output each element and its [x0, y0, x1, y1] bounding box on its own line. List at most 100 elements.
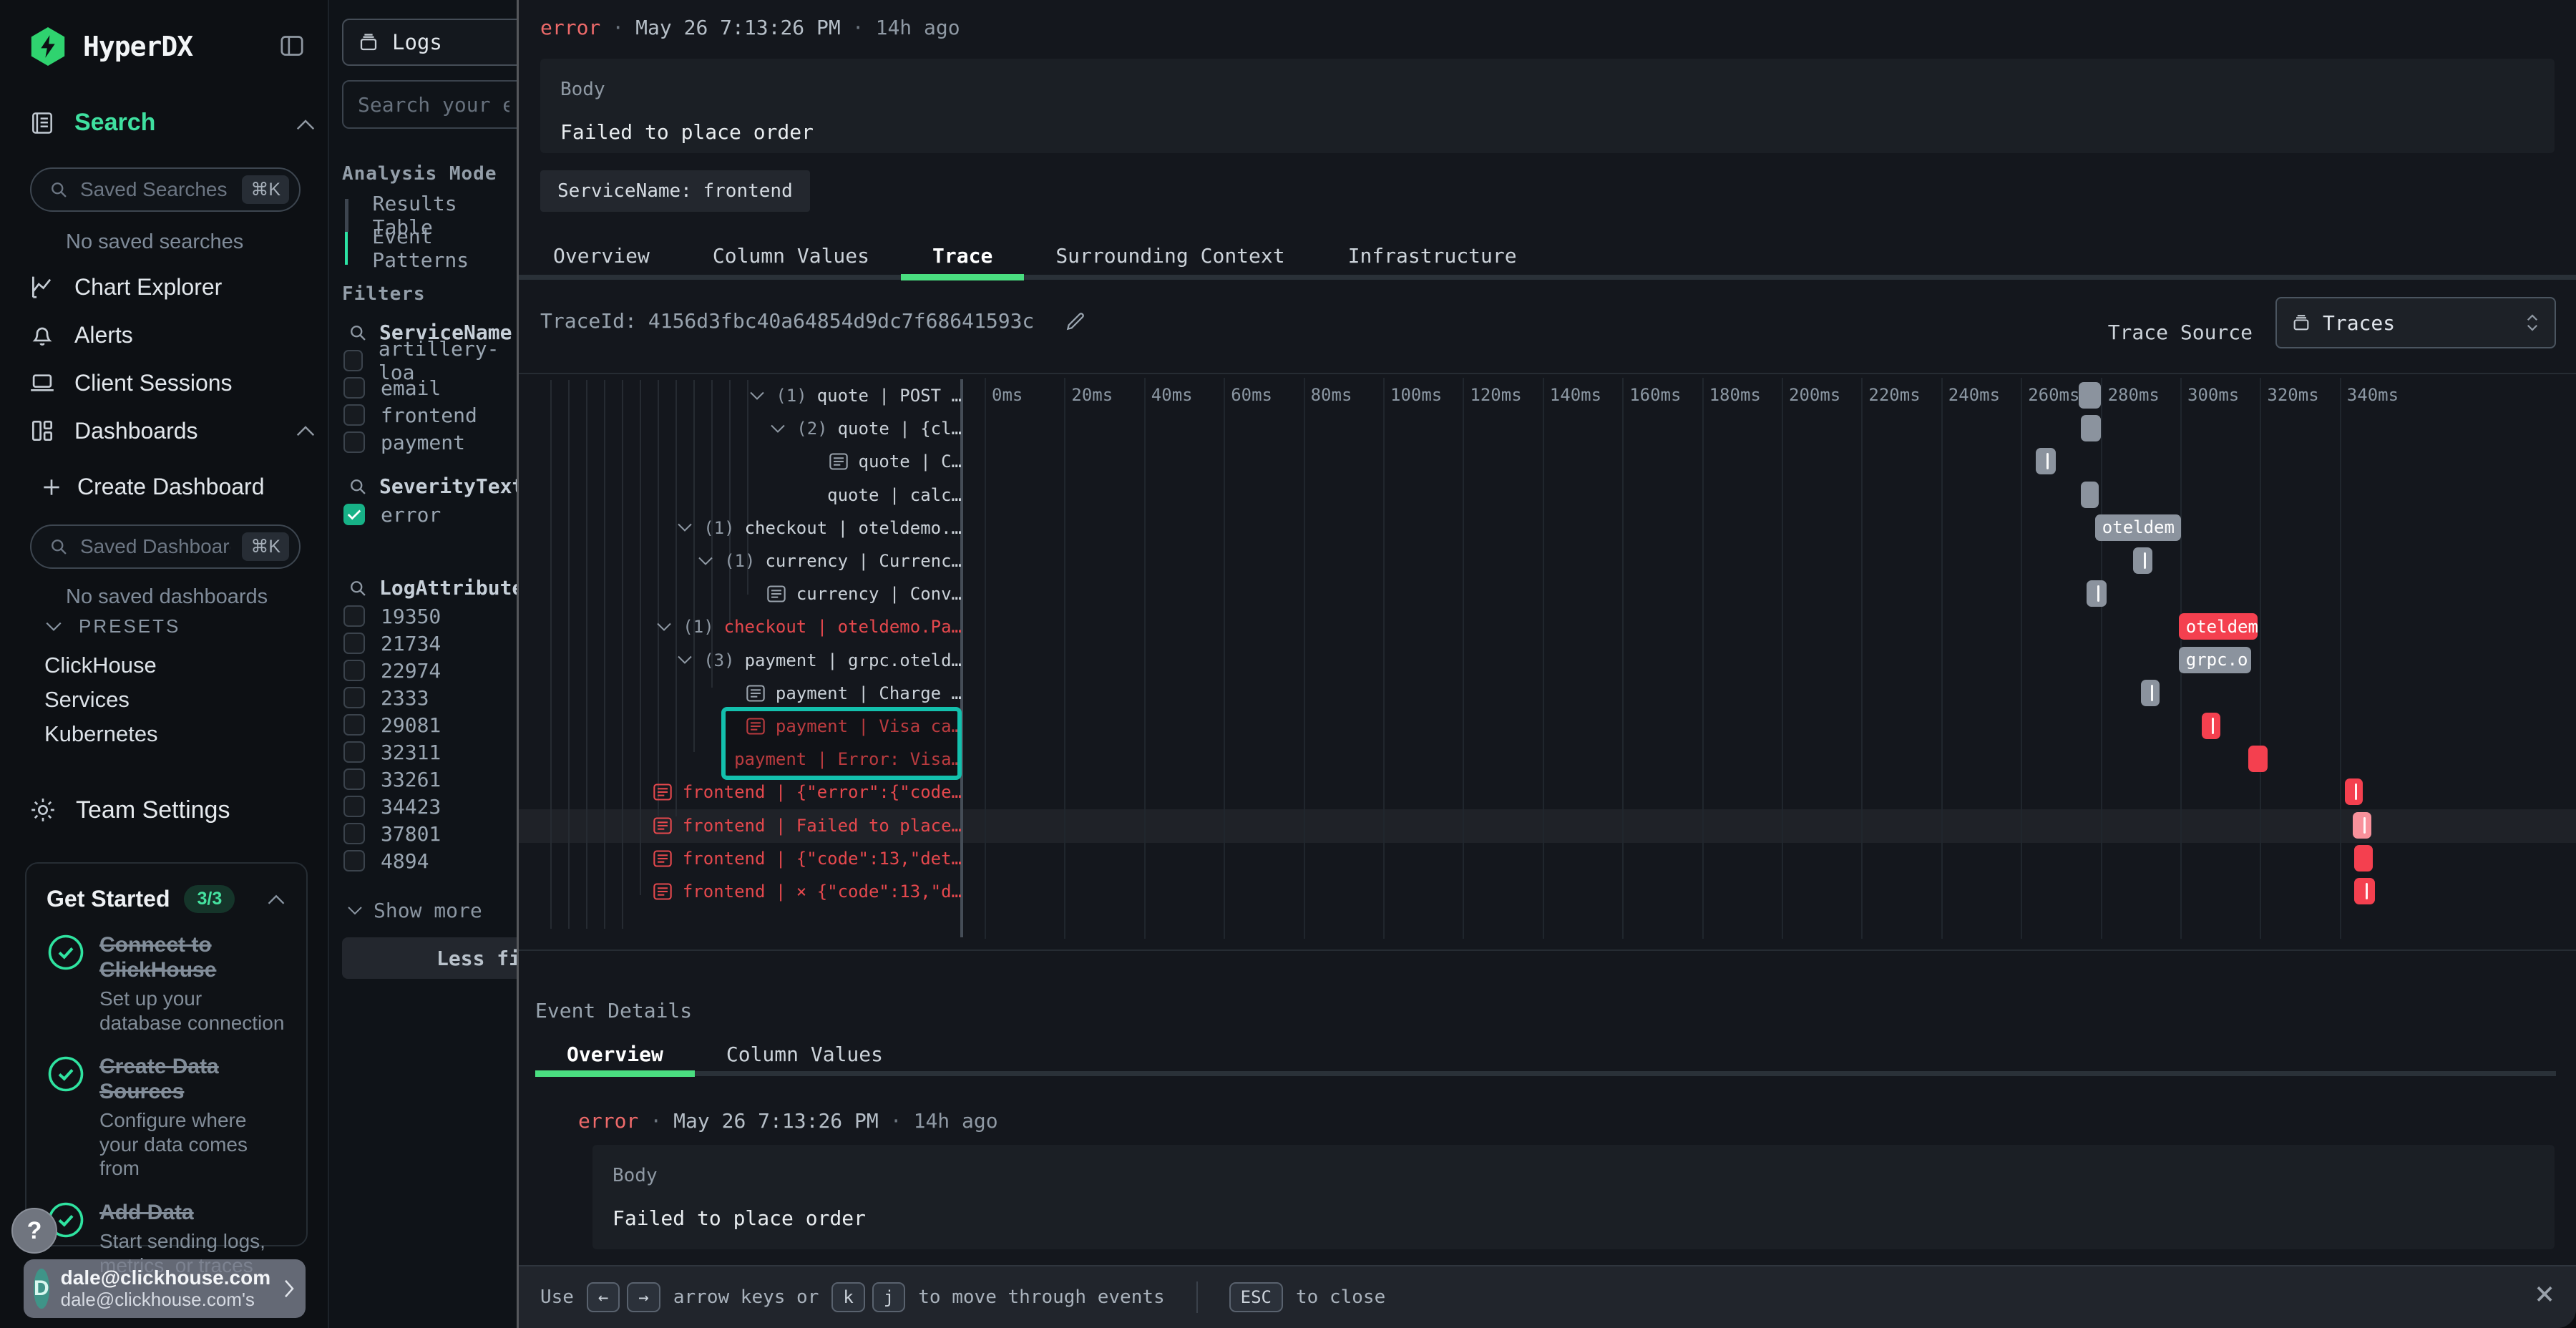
span-duration-bar[interactable] [2354, 845, 2373, 872]
span-row[interactable]: quote | C… [535, 445, 962, 478]
presets-toggle[interactable]: PRESETS [44, 615, 180, 638]
checkbox[interactable] [343, 714, 365, 736]
event-search-input[interactable] [358, 93, 509, 117]
span-duration-bar[interactable] [2141, 680, 2160, 706]
filter-option-32311[interactable]: 32311 [343, 739, 441, 765]
checkbox[interactable] [343, 823, 365, 844]
close-panel-icon[interactable]: × [2534, 1276, 2555, 1309]
span-row[interactable]: frontend | {"error":{"code… [535, 776, 962, 809]
filter-option-2333[interactable]: 2333 [343, 685, 429, 711]
filter-option-error[interactable]: error [343, 502, 441, 527]
span-row[interactable]: frontend | × {"code":13,"d… [535, 875, 962, 908]
checkbox[interactable] [343, 687, 365, 708]
span-row[interactable]: currency | Conv… [535, 577, 962, 610]
span-row[interactable]: (1)quote | POST … [535, 379, 962, 412]
span-duration-bar[interactable] [2081, 482, 2099, 508]
filter-option-19350[interactable]: 19350 [343, 603, 441, 629]
search-icon[interactable] [348, 323, 368, 343]
trace-source-select[interactable]: Traces [2275, 297, 2556, 348]
preset-item-services[interactable]: Services [44, 687, 130, 713]
details-tab-overview[interactable]: Overview [535, 1038, 695, 1071]
filter-option-21734[interactable]: 21734 [343, 630, 441, 656]
span-duration-bar[interactable] [2248, 746, 2268, 772]
saved-dashboards-search[interactable]: ⌘K [30, 524, 301, 569]
filter-option-22974[interactable]: 22974 [343, 658, 441, 683]
span-row[interactable]: (1)checkout | oteldemo.… [535, 512, 962, 545]
span-duration-bar[interactable]: oteldem [2179, 613, 2258, 640]
span-duration-bar[interactable]: oteldem [2095, 514, 2181, 541]
span-duration-bar[interactable] [2354, 878, 2376, 904]
edit-trace-id-icon[interactable] [1064, 310, 1087, 333]
span-duration-bar[interactable] [2133, 547, 2152, 574]
preset-item-kubernetes[interactable]: Kubernetes [44, 721, 158, 747]
checkbox[interactable] [343, 504, 365, 525]
preset-item-clickhouse[interactable]: ClickHouse [44, 653, 157, 678]
checkbox[interactable] [343, 377, 365, 399]
filter-option-payment[interactable]: payment [343, 429, 465, 455]
source-selector-button[interactable]: Logs [342, 19, 525, 66]
checkbox[interactable] [343, 431, 365, 453]
chevron-down-icon[interactable] [655, 622, 673, 633]
span-duration-bar[interactable] [2345, 778, 2363, 805]
span-row[interactable]: (2)quote | {cl… [535, 412, 962, 445]
checkbox[interactable] [343, 350, 363, 371]
saved-searches-search[interactable]: ⌘K [30, 167, 301, 212]
span-duration-bar[interactable] [2202, 713, 2220, 739]
collapse-sidebar-icon[interactable] [278, 31, 306, 60]
filter-option-34423[interactable]: 34423 [343, 794, 441, 819]
span-row[interactable]: (1)currency | Currenc… [535, 545, 962, 577]
get-started-item[interactable]: Create Data SourcesConfigure where your … [47, 1055, 286, 1181]
less-filters-button[interactable]: Less fil [342, 937, 525, 979]
show-more-button[interactable]: Show more [346, 899, 482, 922]
filter-option-37801[interactable]: 37801 [343, 821, 441, 846]
chevron-down-icon[interactable] [748, 391, 766, 401]
checkbox[interactable] [343, 741, 365, 763]
sidebar-item-search[interactable]: Search [29, 109, 155, 137]
checkbox[interactable] [343, 404, 365, 426]
analysis-mode-event-patterns[interactable]: Event Patterns [345, 232, 517, 265]
span-row[interactable]: (3)payment | grpc.oteld… [535, 644, 962, 677]
tab-overview[interactable]: Overview [522, 236, 681, 275]
create-dashboard-button[interactable]: Create Dashboard [40, 474, 264, 500]
span-row[interactable]: quote | calc… [535, 479, 962, 512]
span-duration-bar[interactable] [2353, 812, 2371, 839]
tab-trace[interactable]: Trace [901, 236, 1024, 275]
filter-option-29081[interactable]: 29081 [343, 712, 441, 738]
sidebar-item-chart-explorer[interactable]: Chart Explorer [29, 273, 222, 301]
tab-column-values[interactable]: Column Values [681, 236, 901, 275]
brand[interactable]: HyperDX [29, 27, 192, 66]
chevron-down-icon[interactable] [676, 655, 693, 665]
chevron-down-icon[interactable] [676, 522, 693, 533]
filter-option-email[interactable]: email [343, 375, 441, 401]
span-row[interactable]: (1)checkout | oteldemo.Pa… [535, 610, 962, 643]
saved-searches-input[interactable] [80, 178, 230, 201]
span-row[interactable]: frontend | {"code":13,"det… [535, 842, 962, 875]
event-search-box[interactable] [342, 80, 525, 129]
user-menu[interactable]: D dale@clickhouse.com dale@clickhouse.co… [24, 1259, 306, 1318]
chevron-down-icon[interactable] [769, 424, 786, 434]
span-duration-bar[interactable] [2087, 580, 2107, 607]
filter-option-33261[interactable]: 33261 [343, 766, 441, 792]
checkbox[interactable] [343, 768, 365, 790]
span-row[interactable]: payment | Charge … [535, 677, 962, 710]
service-tag[interactable]: ServiceName: frontend [540, 170, 810, 212]
checkbox[interactable] [343, 660, 365, 681]
chevron-down-icon[interactable] [697, 556, 714, 567]
checkbox[interactable] [343, 850, 365, 872]
span-row[interactable]: frontend | Failed to place… [535, 809, 962, 842]
checkbox[interactable] [343, 796, 365, 817]
saved-dashboards-input[interactable] [80, 535, 230, 558]
tab-surrounding-context[interactable]: Surrounding Context [1024, 236, 1316, 275]
tab-infrastructure[interactable]: Infrastructure [1317, 236, 1548, 275]
search-icon[interactable] [348, 578, 368, 598]
sidebar-item-alerts[interactable]: Alerts [29, 321, 133, 348]
search-icon[interactable] [348, 477, 368, 497]
get-started-collapse-icon[interactable] [266, 893, 286, 906]
checkbox[interactable] [343, 605, 365, 627]
span-duration-bar[interactable]: grpc.o [2179, 647, 2251, 673]
span-duration-bar[interactable] [2036, 448, 2056, 474]
filter-option-4894[interactable]: 4894 [343, 848, 429, 874]
sidebar-item-client-sessions[interactable]: Client Sessions [29, 369, 233, 396]
sidebar-item-team-settings[interactable]: Team Settings [29, 796, 230, 824]
checkbox[interactable] [343, 633, 365, 654]
